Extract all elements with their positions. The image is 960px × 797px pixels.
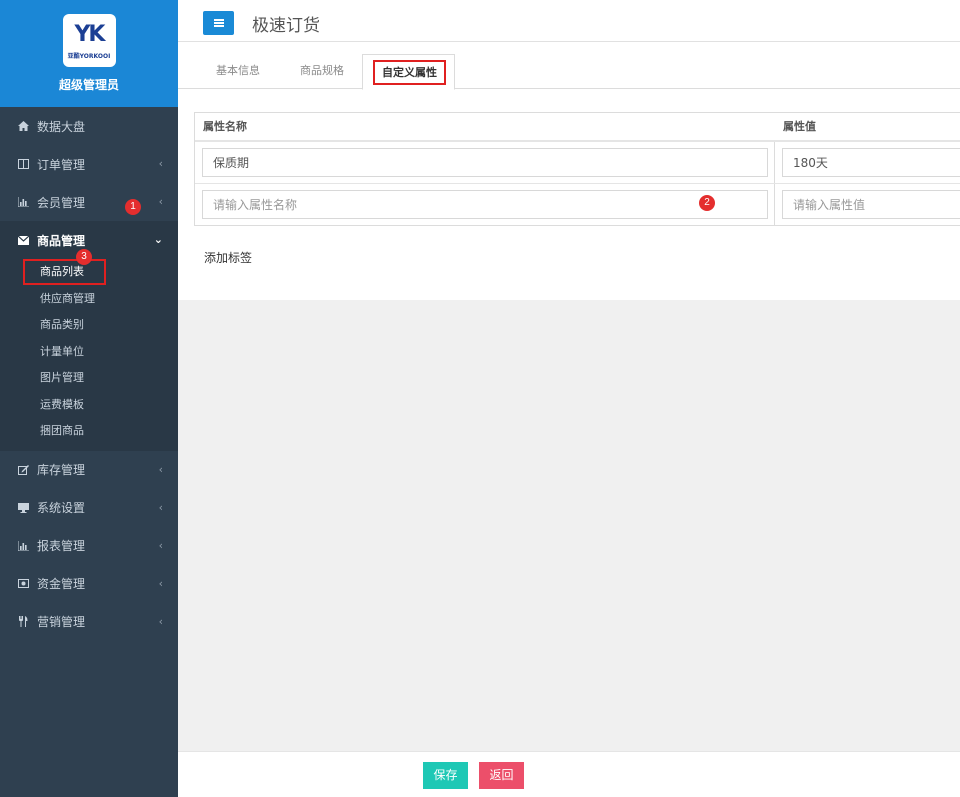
column-header-value: 属性值 [783,120,816,133]
submenu-item-bundles[interactable]: 捆团商品 [0,418,178,445]
sidebar-menu-lower: 库存管理 ‹ 系统设置 ‹ 报表管理 ‹ 资金管理 ‹ 营销管理 ‹ [0,451,178,641]
submenu-item-images[interactable]: 图片管理 [0,365,178,392]
money-icon [17,578,29,590]
chevron-left-icon: ‹ [158,576,163,590]
sidebar-item-label: 商品管理 [37,233,86,248]
column-header-name: 属性名称 [203,120,247,133]
attribute-value-input[interactable] [782,148,960,177]
logo-subtext: 亚酷YORKOOI [67,53,111,60]
chevron-left-icon: ‹ [158,462,163,476]
new-attribute-name-input[interactable] [202,190,768,219]
sidebar-item-label: 报表管理 [37,539,86,553]
submenu-item-suppliers[interactable]: 供应商管理 [0,286,178,313]
sidebar-item-label: 资金管理 [37,577,86,591]
tab-product-spec[interactable]: 商品规格 [284,54,360,89]
tab-basic-info[interactable]: 基本信息 [200,54,276,89]
sidebar-item-dashboard[interactable]: 数据大盘 [0,107,178,145]
annotation-badge-1: 1 [125,199,141,215]
sidebar-item-members[interactable]: 会员管理 ‹ [0,183,178,221]
main-panel: 基本信息 商品规格 自定义属性 属性名称 属性值 添加标签 [178,42,960,300]
sidebar-item-label: 订单管理 [37,157,86,172]
footer-bar: 保存 返回 [178,751,960,797]
tab-custom-attributes[interactable]: 自定义属性 [362,54,455,90]
sidebar-item-finance[interactable]: 资金管理 ‹ [0,565,178,603]
chevron-left-icon: ‹ [158,157,163,170]
monitor-icon [17,502,29,514]
sidebar-item-reports[interactable]: 报表管理 ‹ [0,527,178,565]
sidebar-item-label: 库存管理 [37,463,86,477]
sidebar-item-label: 系统设置 [37,501,86,515]
new-attribute-value-input[interactable] [782,190,960,219]
sidebar-item-settings[interactable]: 系统设置 ‹ [0,489,178,527]
bar-chart-icon [17,196,29,208]
chevron-left-icon: ‹ [158,538,163,552]
highlight-box-product-list [23,259,106,285]
table-row-new [195,184,960,225]
company-logo: YK 亚酷YORKOOI [62,14,116,67]
cutlery-icon [17,616,29,628]
bar-chart-icon [17,540,29,552]
tab-bar: 基本信息 商品规格 自定义属性 [178,54,960,90]
chevron-left-icon: ‹ [158,500,163,514]
products-submenu: 商品列表 供应商管理 商品类别 计量单位 图片管理 运费模板 捆团商品 [0,259,178,451]
page-title: 极速订货 [252,16,320,36]
submenu-item-categories[interactable]: 商品类别 [0,312,178,339]
brand-area: YK 亚酷YORKOOI 超级管理员 [0,0,178,107]
annotation-badge-3: 3 [76,249,92,265]
chevron-down-icon: ⌄ [153,233,163,246]
annotation-badge-2: 2 [699,195,715,211]
chevron-left-icon: ‹ [158,195,163,208]
table-row [195,142,960,184]
attribute-name-input[interactable] [202,148,768,177]
sidebar-item-label: 营销管理 [37,615,86,629]
columns-icon [17,158,29,170]
submenu-item-shipping-templates[interactable]: 运费模板 [0,392,178,419]
envelope-icon [17,234,29,246]
admin-name: 超级管理员 [58,78,119,92]
home-icon [17,120,29,132]
submenu-item-units[interactable]: 计量单位 [0,339,178,366]
sidebar-item-label: 数据大盘 [37,119,86,134]
back-button[interactable]: 返回 [479,762,524,789]
sidebar-item-inventory[interactable]: 库存管理 ‹ [0,451,178,489]
chevron-left-icon: ‹ [158,614,163,628]
sidebar-menu: 数据大盘 订单管理 ‹ 会员管理 ‹ 商品管理 ⌄ [0,107,178,259]
table-header: 属性名称 属性值 [195,113,960,142]
edit-icon [17,464,29,476]
attributes-table: 属性名称 属性值 [194,112,960,226]
hamburger-icon [213,19,224,27]
top-header: 极速订货 [178,0,960,42]
sidebar-item-label: 会员管理 [37,195,86,210]
tab-custom-attributes-label: 自定义属性 [373,60,446,85]
sidebar-item-marketing[interactable]: 营销管理 ‹ [0,603,178,641]
add-tag-link[interactable]: 添加标签 [204,249,252,266]
sidebar-item-orders[interactable]: 订单管理 ‹ [0,145,178,183]
menu-toggle-button[interactable] [203,11,234,35]
save-button[interactable]: 保存 [423,762,468,789]
logo-mark: YK [74,22,106,47]
sidebar: YK 亚酷YORKOOI 超级管理员 数据大盘 订单管理 ‹ 会员管理 ‹ 商品… [0,0,178,797]
